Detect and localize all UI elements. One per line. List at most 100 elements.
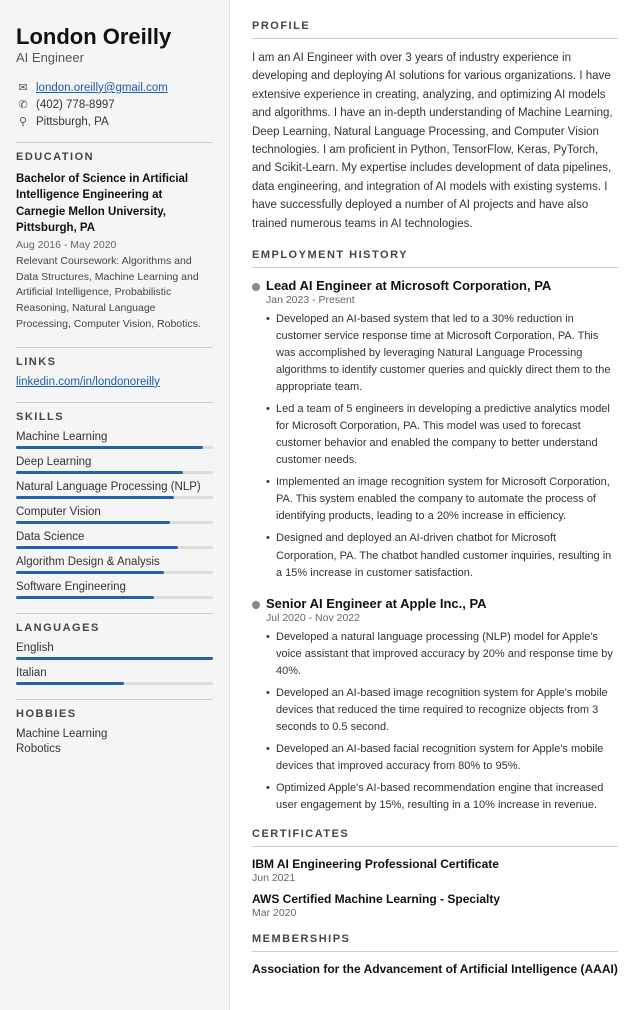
hobbies-divider xyxy=(16,699,213,700)
edu-courses: Relevant Coursework: Algorithms and Data… xyxy=(16,254,213,333)
cert-title: IBM AI Engineering Professional Certific… xyxy=(252,857,618,871)
language-bar-fill xyxy=(16,682,124,685)
skill-label: Computer Vision xyxy=(16,506,213,518)
profile-section-label: PROFILE xyxy=(252,20,618,32)
links-section-label: LINKS xyxy=(16,356,213,368)
cert-title: AWS Certified Machine Learning - Special… xyxy=(252,892,618,906)
language-label: English xyxy=(16,642,213,654)
skill-bar-bg xyxy=(16,546,213,549)
education-divider xyxy=(16,142,213,143)
employment-bullet: Developed an AI-based image recognition … xyxy=(266,685,618,736)
linkedin-link[interactable]: linkedin.com/in/londonoreilly xyxy=(16,376,213,388)
skill-item: Software Engineering xyxy=(16,581,213,599)
languages-section-label: LANGUAGES xyxy=(16,622,213,634)
employment-bullet: Developed a natural language processing … xyxy=(266,629,618,680)
certificates-section-label: CERTIFICATES xyxy=(252,828,618,840)
candidate-title: AI Engineer xyxy=(16,50,213,65)
certificate-item: AWS Certified Machine Learning - Special… xyxy=(252,892,618,919)
employment-divider xyxy=(252,267,618,268)
employment-bullet: Developed an AI-based facial recognition… xyxy=(266,741,618,775)
language-bar-fill xyxy=(16,657,213,660)
memberships-section-label: MEMBERSHIPS xyxy=(252,933,618,945)
email-value[interactable]: london.oreilly@gmail.com xyxy=(36,82,168,94)
profile-text: I am an AI Engineer with over 3 years of… xyxy=(252,49,618,233)
hobby-item: Robotics xyxy=(16,743,213,755)
employment-section-label: EMPLOYMENT HISTORY xyxy=(252,249,618,261)
sidebar: London Oreilly AI Engineer ✉ london.orei… xyxy=(0,0,230,1010)
job-dates: Jan 2023 - Present xyxy=(266,294,618,306)
skill-label: Deep Learning xyxy=(16,456,213,468)
skill-label: Data Science xyxy=(16,531,213,543)
certificates-section: CERTIFICATES IBM AI Engineering Professi… xyxy=(252,828,618,919)
skill-bar-bg xyxy=(16,446,213,449)
skill-bar-bg xyxy=(16,496,213,499)
profile-divider xyxy=(252,38,618,39)
certificate-item: IBM AI Engineering Professional Certific… xyxy=(252,857,618,884)
contact-phone-row: ✆ (402) 778-8997 xyxy=(16,98,213,111)
profile-section: PROFILE I am an AI Engineer with over 3 … xyxy=(252,20,618,233)
employment-bullet: Optimized Apple's AI-based recommendatio… xyxy=(266,780,618,814)
membership-item: Association for the Advancement of Artif… xyxy=(252,962,618,976)
certificates-divider xyxy=(252,846,618,847)
main-content: PROFILE I am an AI Engineer with over 3 … xyxy=(230,0,640,1010)
language-bar-bg xyxy=(16,657,213,660)
skill-item: Computer Vision xyxy=(16,506,213,524)
employment-block: Senior AI Engineer at Apple Inc., PA Jul… xyxy=(252,596,618,814)
skills-list: Machine Learning Deep Learning Natural L… xyxy=(16,431,213,599)
email-icon: ✉ xyxy=(16,81,30,94)
job-title: Senior AI Engineer at Apple Inc., PA xyxy=(266,596,618,611)
skill-item: Algorithm Design & Analysis xyxy=(16,556,213,574)
membership-title: Association for the Advancement of Artif… xyxy=(252,962,618,976)
skill-bar-fill xyxy=(16,521,170,524)
employment-bullet: Developed an AI-based system that led to… xyxy=(266,311,618,396)
links-divider xyxy=(16,347,213,348)
skill-label: Machine Learning xyxy=(16,431,213,443)
contact-email-row: ✉ london.oreilly@gmail.com xyxy=(16,81,213,94)
memberships-list: Association for the Advancement of Artif… xyxy=(252,962,618,976)
cert-date: Mar 2020 xyxy=(252,907,618,919)
languages-list: English Italian xyxy=(16,642,213,685)
edu-degree: Bachelor of Science in Artificial Intell… xyxy=(16,171,213,235)
employment-bullet: Implemented an image recognition system … xyxy=(266,474,618,525)
skill-bar-fill xyxy=(16,596,154,599)
language-item: English xyxy=(16,642,213,660)
skill-item: Machine Learning xyxy=(16,431,213,449)
skill-bar-bg xyxy=(16,471,213,474)
languages-divider xyxy=(16,613,213,614)
employment-block: Lead AI Engineer at Microsoft Corporatio… xyxy=(252,278,618,582)
location-value: Pittsburgh, PA xyxy=(36,116,109,128)
phone-value: (402) 778-8997 xyxy=(36,99,115,111)
employment-section: EMPLOYMENT HISTORY Lead AI Engineer at M… xyxy=(252,249,618,814)
employment-bullet: Designed and deployed an AI-driven chatb… xyxy=(266,530,618,581)
contact-location-row: ⚲ Pittsburgh, PA xyxy=(16,115,213,128)
education-section-label: EDUCATION xyxy=(16,151,213,163)
hobbies-list: Machine Learning Robotics xyxy=(16,728,213,755)
cert-date: Jun 2021 xyxy=(252,872,618,884)
skill-label: Natural Language Processing (NLP) xyxy=(16,481,213,493)
skills-divider xyxy=(16,402,213,403)
skill-label: Algorithm Design & Analysis xyxy=(16,556,213,568)
hobbies-section-label: HOBBIES xyxy=(16,708,213,720)
skill-bar-fill xyxy=(16,446,203,449)
language-item: Italian xyxy=(16,667,213,685)
job-title: Lead AI Engineer at Microsoft Corporatio… xyxy=(266,278,618,293)
hobby-item: Machine Learning xyxy=(16,728,213,740)
memberships-divider xyxy=(252,951,618,952)
language-label: Italian xyxy=(16,667,213,679)
skill-bar-bg xyxy=(16,521,213,524)
skill-item: Natural Language Processing (NLP) xyxy=(16,481,213,499)
skill-bar-bg xyxy=(16,596,213,599)
edu-dates: Aug 2016 - May 2020 xyxy=(16,239,213,251)
skill-bar-fill xyxy=(16,471,183,474)
skills-section-label: SKILLS xyxy=(16,411,213,423)
skill-bar-bg xyxy=(16,571,213,574)
skill-bar-fill xyxy=(16,496,174,499)
phone-icon: ✆ xyxy=(16,98,30,111)
certificates-list: IBM AI Engineering Professional Certific… xyxy=(252,857,618,919)
skill-bar-fill xyxy=(16,546,178,549)
skill-label: Software Engineering xyxy=(16,581,213,593)
employment-list: Lead AI Engineer at Microsoft Corporatio… xyxy=(252,278,618,814)
memberships-section: MEMBERSHIPS Association for the Advancem… xyxy=(252,933,618,976)
job-dates: Jul 2020 - Nov 2022 xyxy=(266,612,618,624)
skill-item: Data Science xyxy=(16,531,213,549)
